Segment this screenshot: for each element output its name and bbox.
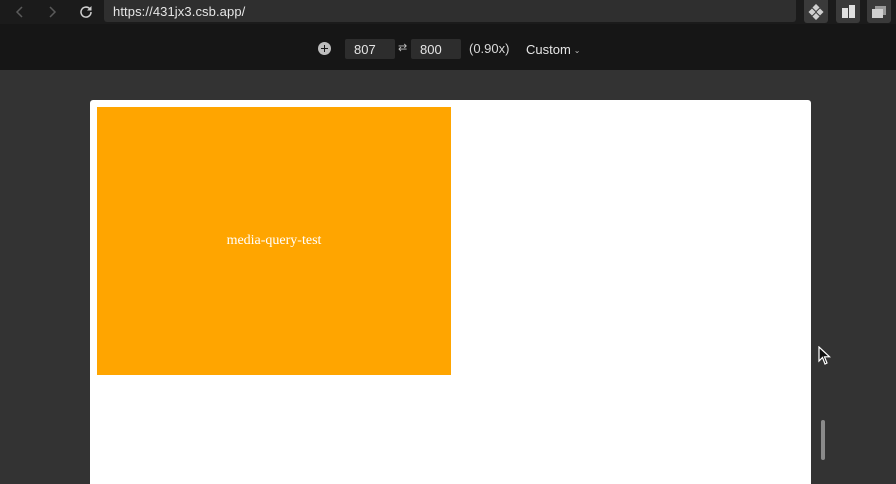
chevron-left-icon (15, 6, 23, 18)
reload-button[interactable] (76, 2, 96, 22)
back-button[interactable] (10, 2, 30, 22)
windows-button[interactable] (867, 0, 891, 23)
codesandbox-logo-icon (808, 3, 824, 20)
split-view-icon (842, 4, 855, 18)
preview-scrollbar[interactable] (821, 420, 825, 460)
mouse-cursor-icon (818, 346, 832, 365)
add-device-icon[interactable] (318, 42, 331, 55)
media-query-label: media-query-test (226, 233, 322, 248)
browser-top-bar: https://431jx3.csb.app/ (0, 0, 896, 24)
swap-dimensions-icon[interactable]: ⇄ (398, 41, 407, 55)
windows-icon (872, 5, 886, 18)
device-preset-dropdown[interactable]: Custom ⌄ (526, 41, 581, 59)
url-text: https://431jx3.csb.app/ (113, 3, 246, 19)
codesandbox-button[interactable] (804, 0, 828, 23)
screen: https://431jx3.csb.app/ ⇄ ( (0, 0, 896, 484)
chevron-right-icon (49, 6, 57, 18)
forward-button[interactable] (42, 2, 62, 22)
viewport-width-input[interactable] (345, 39, 395, 59)
chevron-down-icon: ⌄ (573, 46, 581, 55)
url-bar[interactable]: https://431jx3.csb.app/ (104, 0, 796, 22)
reload-icon (80, 6, 92, 18)
media-query-box: media-query-test (97, 107, 451, 375)
split-view-button[interactable] (836, 0, 860, 23)
zoom-level: (0.90x) (469, 41, 510, 56)
viewport-height-input[interactable] (411, 39, 461, 59)
preview-viewport: media-query-test (90, 100, 811, 484)
preset-label: Custom (526, 42, 571, 57)
